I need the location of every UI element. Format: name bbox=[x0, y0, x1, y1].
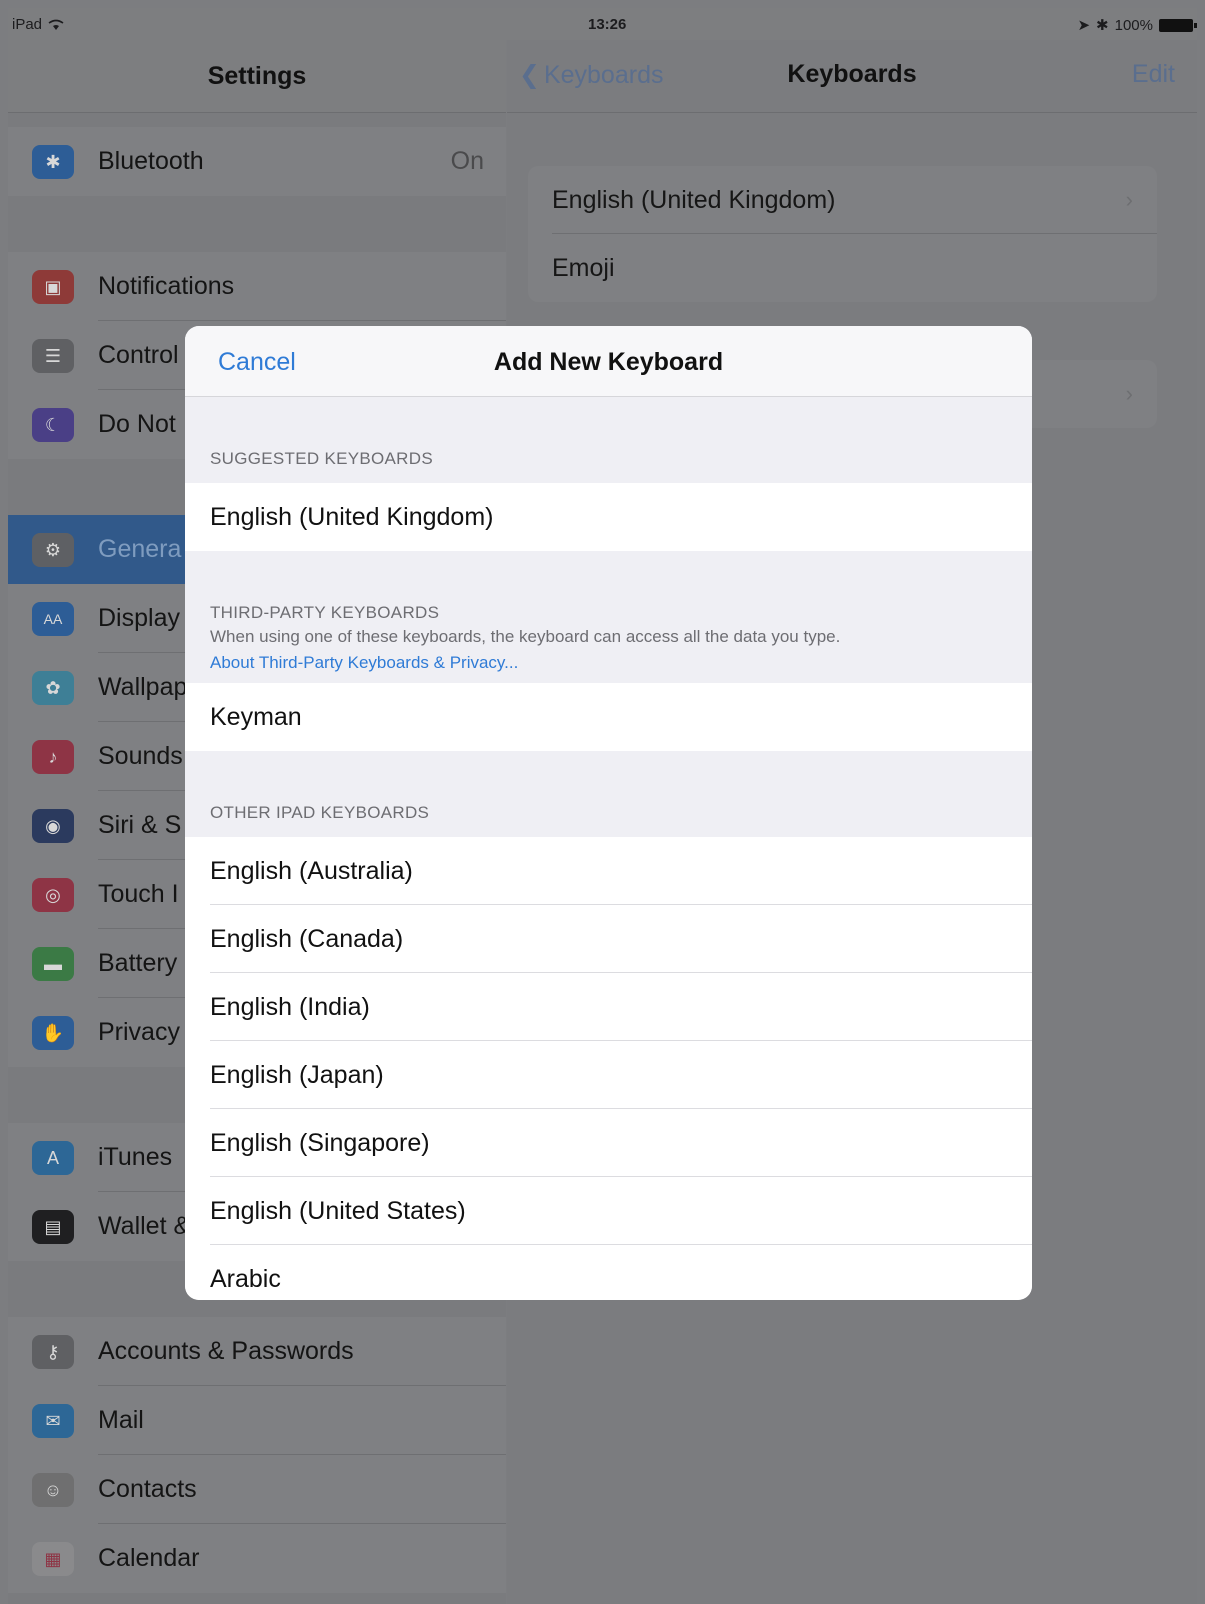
keyboard-option-label: English (Singapore) bbox=[210, 1128, 430, 1157]
keyboard-row[interactable]: Emoji bbox=[528, 234, 1157, 302]
keyboard-option-label: English (Canada) bbox=[210, 924, 404, 953]
keyboard-option[interactable]: Arabic bbox=[185, 1245, 1032, 1300]
row-label: Siri & S bbox=[98, 811, 182, 839]
keyboard-option-label: English (Australia) bbox=[210, 856, 413, 885]
keyboard-label: Emoji bbox=[552, 253, 615, 282]
row-value: On bbox=[450, 147, 484, 175]
settings-group: ⚷ Accounts & Passwords ✉ Mail ☺ Contacts… bbox=[8, 1317, 506, 1593]
chevron-right-icon: › bbox=[1125, 381, 1133, 406]
edit-button[interactable]: Edit bbox=[1132, 60, 1175, 89]
row-label: Sounds bbox=[98, 742, 183, 770]
row-label: Mail bbox=[98, 1406, 144, 1434]
wallet-icon: ▤ bbox=[32, 1210, 74, 1244]
keyboard-option[interactable]: English (Australia) bbox=[185, 837, 1032, 905]
keyboard-option-label: English (United Kingdom) bbox=[210, 502, 494, 531]
moon-icon: ☾ bbox=[32, 408, 74, 442]
row-label: Control bbox=[98, 341, 179, 369]
settings-group: ✱ Bluetooth On bbox=[8, 127, 506, 196]
settings-row-notifications[interactable]: ▣ Notifications bbox=[8, 252, 506, 321]
bluetooth-status-icon: ✱ bbox=[1096, 17, 1109, 34]
row-label: Touch I bbox=[98, 880, 179, 908]
keyboard-row[interactable]: English (United Kingdom) › bbox=[528, 166, 1157, 234]
battery-percent: 100% bbox=[1114, 16, 1153, 34]
settings-row-bluetooth[interactable]: ✱ Bluetooth On bbox=[8, 127, 506, 196]
mail-icon: ✉ bbox=[32, 1404, 74, 1438]
siri-icon: ◉ bbox=[32, 809, 74, 843]
row-label: Calendar bbox=[98, 1544, 200, 1572]
keyboard-label: English (United Kingdom) bbox=[552, 185, 836, 214]
row-label: Accounts & Passwords bbox=[98, 1337, 354, 1365]
keyboards-nav-bar: ❮ Keyboards Keyboards Edit bbox=[507, 40, 1197, 113]
keyboard-option[interactable]: English (Canada) bbox=[185, 905, 1032, 973]
hand-icon: ✋ bbox=[32, 1016, 74, 1050]
keyboard-option[interactable]: English (Singapore) bbox=[185, 1109, 1032, 1177]
row-label: Wallet & bbox=[98, 1212, 191, 1240]
location-icon: ➤ bbox=[1077, 17, 1091, 34]
chevron-right-icon: › bbox=[1125, 187, 1133, 212]
section-header-third-party: THIRD-PARTY KEYBOARDS When using one of … bbox=[185, 551, 1032, 683]
settings-row-accounts[interactable]: ⚷ Accounts & Passwords bbox=[8, 1317, 506, 1386]
keyboard-option-label: Arabic bbox=[210, 1264, 281, 1293]
keyboard-option-label: English (United States) bbox=[210, 1196, 466, 1225]
keyboard-option[interactable]: English (United Kingdom) bbox=[185, 483, 1032, 551]
keyboard-option[interactable]: English (Japan) bbox=[185, 1041, 1032, 1109]
row-label: Wallpap bbox=[98, 673, 188, 701]
row-label: Privacy bbox=[98, 1018, 180, 1046]
device-name: iPad bbox=[12, 16, 43, 33]
key-icon: ⚷ bbox=[32, 1335, 74, 1369]
settings-row-contacts[interactable]: ☺ Contacts bbox=[8, 1455, 506, 1524]
section-header-suggested: SUGGESTED KEYBOARDS bbox=[185, 397, 1032, 483]
contacts-icon: ☺ bbox=[32, 1473, 74, 1507]
settings-nav-bar: Settings bbox=[8, 40, 506, 113]
settings-row-mail[interactable]: ✉ Mail bbox=[8, 1386, 506, 1455]
app-store-icon: A bbox=[32, 1141, 74, 1175]
add-keyboard-sheet: Cancel Add New Keyboard SUGGESTED KEYBOA… bbox=[185, 326, 1032, 1300]
settings-row-calendar[interactable]: ▦ Calendar bbox=[8, 1524, 506, 1593]
keyboard-option[interactable]: Keyman bbox=[185, 683, 1032, 751]
row-label: Bluetooth bbox=[98, 147, 204, 175]
keyboard-option[interactable]: English (United States) bbox=[185, 1177, 1032, 1245]
battery-settings-icon: ▬ bbox=[32, 947, 74, 981]
display-brightness-icon: AA bbox=[32, 602, 74, 636]
row-label: iTunes bbox=[98, 1143, 173, 1171]
notifications-icon: ▣ bbox=[32, 270, 74, 304]
status-bar: iPad 13:26 ➤ ✱ 100% bbox=[8, 8, 1197, 40]
row-label: Do Not bbox=[98, 410, 176, 438]
row-label: Contacts bbox=[98, 1475, 197, 1503]
sheet-nav-bar: Cancel Add New Keyboard bbox=[185, 326, 1032, 397]
control-center-icon: ☰ bbox=[32, 339, 74, 373]
keyboard-option-label: English (Japan) bbox=[210, 1060, 384, 1089]
third-party-note: When using one of these keyboards, the k… bbox=[210, 627, 841, 646]
wifi-icon bbox=[48, 19, 64, 30]
bluetooth-icon: ✱ bbox=[32, 145, 74, 179]
battery-icon bbox=[1159, 18, 1197, 32]
section-header-other: OTHER IPAD KEYBOARDS bbox=[185, 751, 1032, 837]
row-label: Battery bbox=[98, 949, 178, 977]
keyboards-list: English (United Kingdom) › Emoji bbox=[528, 166, 1157, 302]
fingerprint-icon: ◎ bbox=[32, 878, 74, 912]
clock: 13:26 bbox=[588, 16, 627, 33]
privacy-link[interactable]: About Third-Party Keyboards & Privacy... bbox=[210, 653, 1032, 673]
keyboard-option[interactable]: English (India) bbox=[185, 973, 1032, 1041]
keyboard-option-label: English (India) bbox=[210, 992, 370, 1021]
row-label: Display bbox=[98, 604, 180, 632]
settings-title: Settings bbox=[207, 61, 307, 90]
gear-icon: ⚙ bbox=[32, 533, 74, 567]
keyboard-option-label: Keyman bbox=[210, 702, 302, 731]
sheet-title: Add New Keyboard bbox=[493, 348, 724, 376]
row-label: Notifications bbox=[98, 272, 235, 300]
row-label: Genera bbox=[98, 535, 182, 563]
calendar-icon: ▦ bbox=[32, 1542, 74, 1576]
wallpaper-icon: ✿ bbox=[32, 671, 74, 705]
speaker-icon: ♪ bbox=[32, 740, 74, 774]
keyboards-title: Keyboards bbox=[787, 60, 917, 88]
